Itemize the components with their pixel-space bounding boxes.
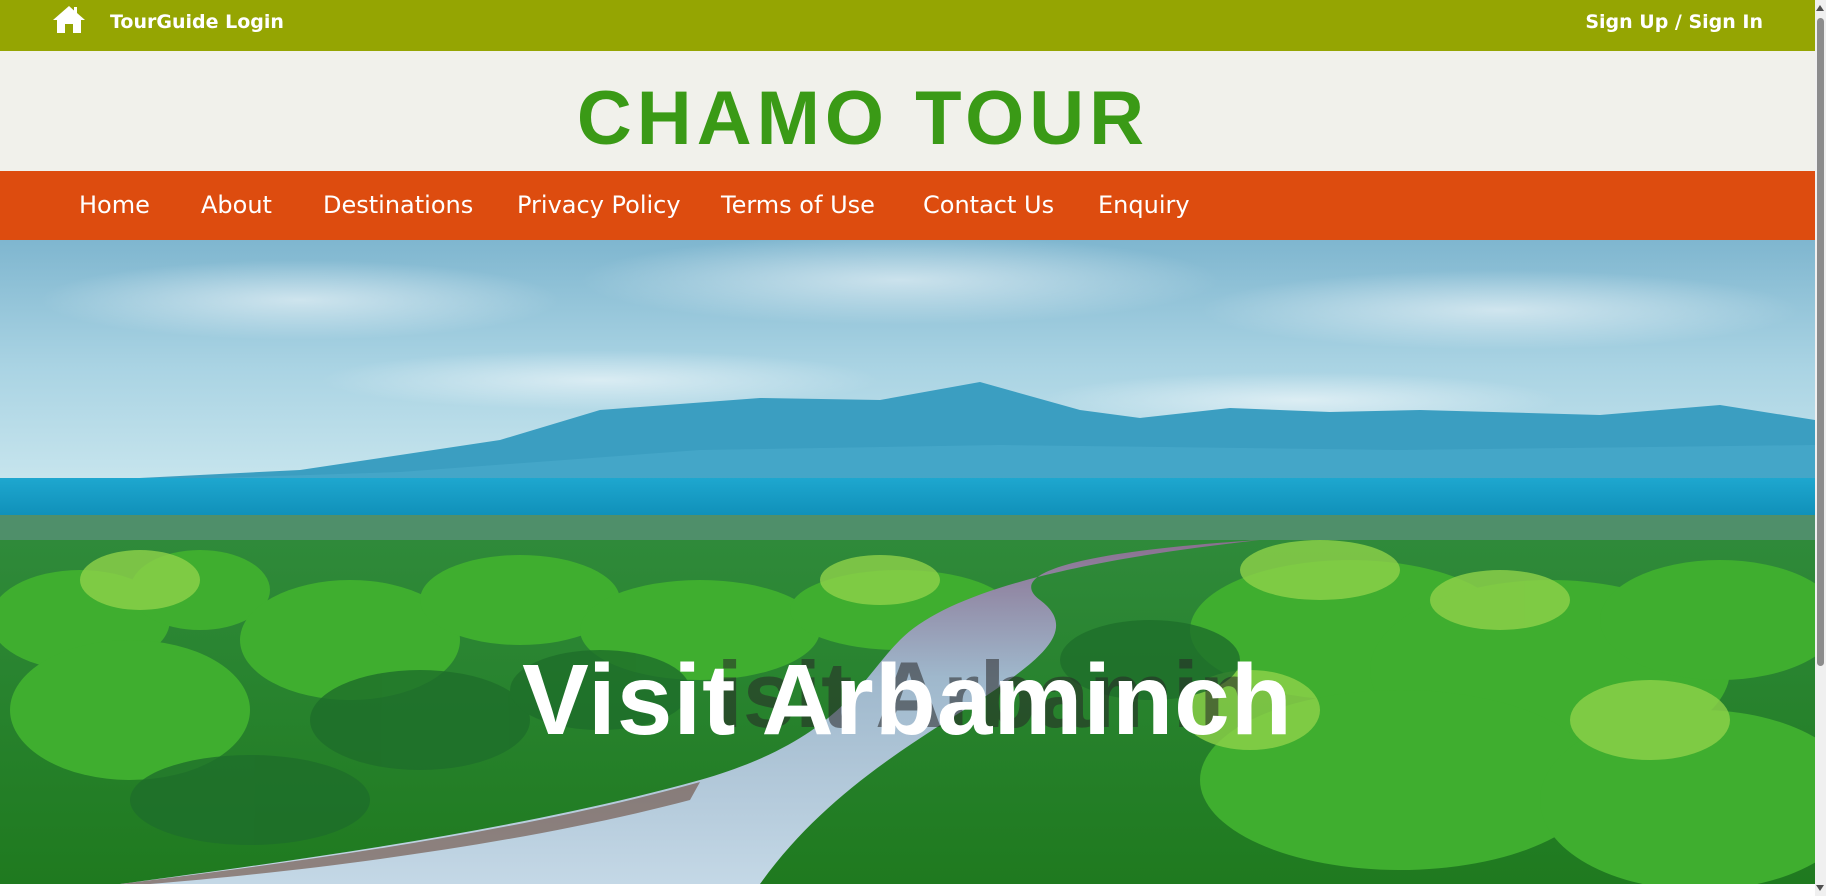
- hero-landscape-image: [0, 240, 1815, 884]
- scroll-down-icon[interactable]: [1816, 885, 1824, 891]
- home-icon[interactable]: [52, 4, 86, 34]
- page: TourGuide Login Sign Up / Sign In CHAMO …: [0, 0, 1815, 896]
- top-bar: TourGuide Login Sign Up / Sign In: [0, 0, 1815, 51]
- nav-item-home[interactable]: Home: [79, 190, 150, 220]
- tourguide-login-link[interactable]: TourGuide Login: [110, 11, 284, 33]
- nav-item-about[interactable]: About: [201, 190, 272, 220]
- vertical-scrollbar[interactable]: [1815, 0, 1826, 896]
- nav-item-contact-us[interactable]: Contact Us: [923, 190, 1054, 220]
- signup-signin-link[interactable]: Sign Up / Sign In: [1585, 11, 1763, 33]
- hero-banner: isit Arbamin Visit Arbaminch: [0, 240, 1815, 884]
- nav-item-enquiry[interactable]: Enquiry: [1098, 190, 1190, 220]
- scroll-thumb[interactable]: [1817, 18, 1824, 666]
- nav-item-privacy-policy[interactable]: Privacy Policy: [517, 190, 681, 220]
- hero-title: Visit Arbaminch: [522, 644, 1293, 756]
- bottom-strip: [0, 884, 1815, 896]
- brand-header: CHAMO TOUR: [0, 51, 1815, 171]
- nav-item-terms-of-use[interactable]: Terms of Use: [721, 190, 875, 220]
- scroll-up-icon[interactable]: [1816, 5, 1824, 11]
- main-nav: Home About Destinations Privacy Policy T…: [0, 171, 1815, 240]
- site-title: CHAMO TOUR: [576, 76, 1150, 161]
- nav-item-destinations[interactable]: Destinations: [323, 190, 473, 220]
